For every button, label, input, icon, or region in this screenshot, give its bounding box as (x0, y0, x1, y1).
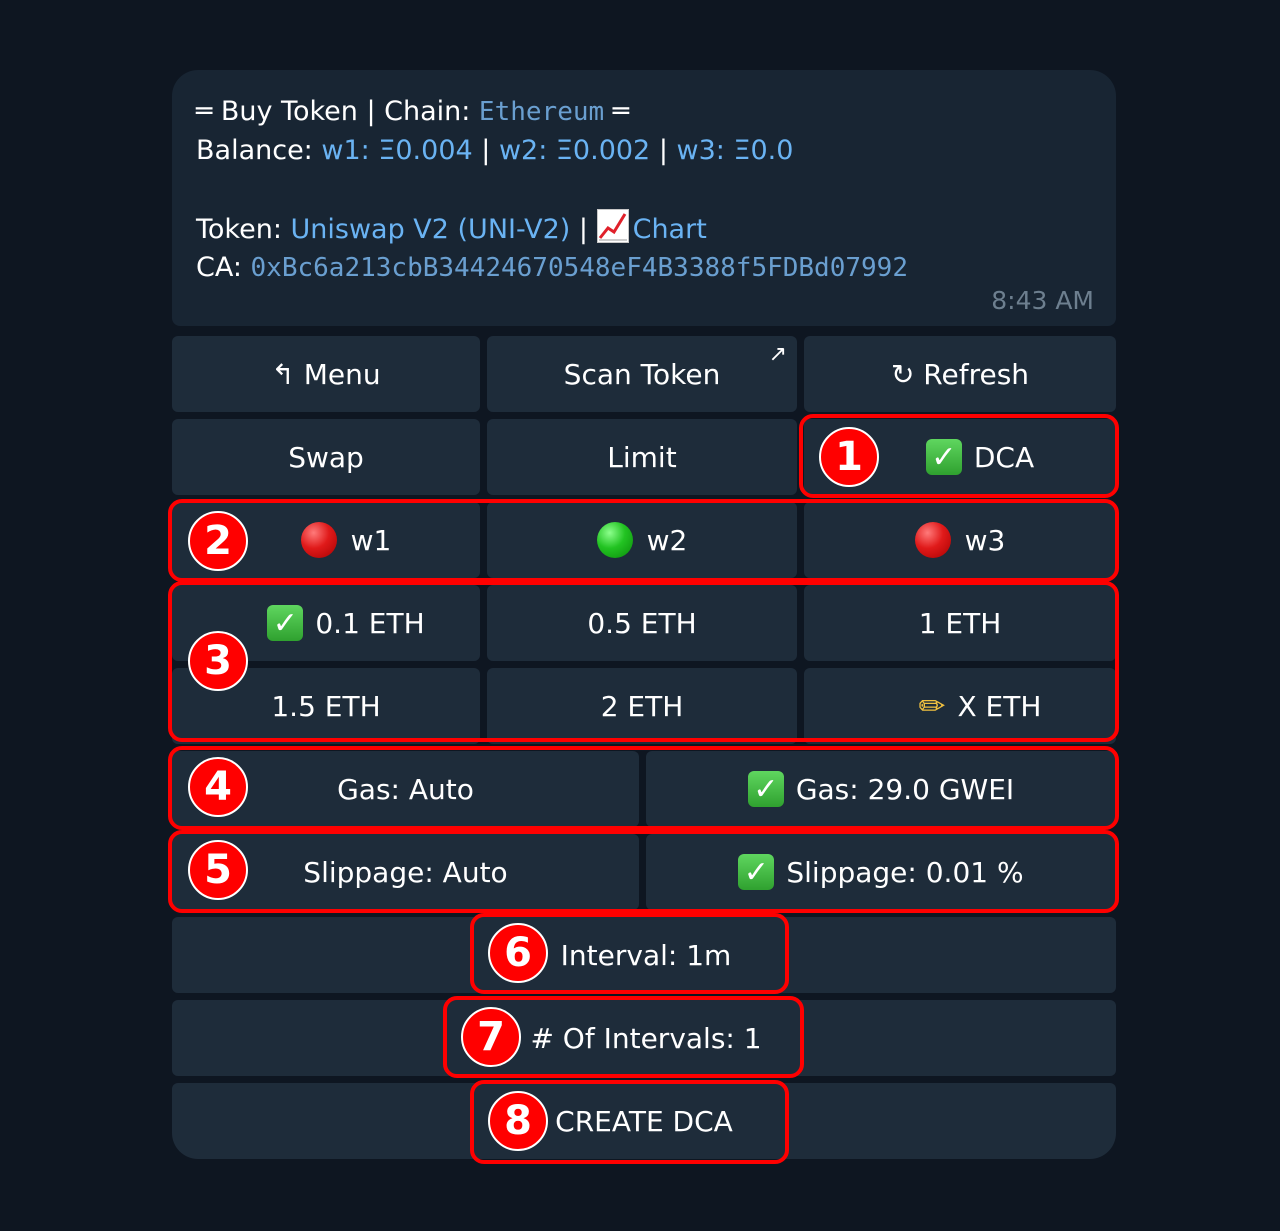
message-title: ═ Buy Token | Chain: Ethereum ═ (196, 96, 629, 127)
chain-link[interactable]: Ethereum (479, 97, 604, 127)
scan-token-button[interactable]: Scan Token ↗ (487, 336, 797, 412)
amount-custom-button[interactable]: ✏ X ETH (804, 668, 1116, 744)
num-intervals-button[interactable]: # Of Intervals: 1 (172, 1000, 1116, 1076)
swap-button[interactable]: Swap (172, 419, 480, 495)
badge-1: 1 (819, 427, 879, 487)
check-icon: ✓ (267, 605, 304, 641)
check-icon: ✓ (738, 854, 775, 890)
amount-2-button[interactable]: 2 ETH (487, 668, 797, 744)
wallet-w3-button[interactable]: w3 (804, 502, 1116, 578)
slippage-custom-button[interactable]: ✓ Slippage: 0.01 % (646, 834, 1116, 910)
red-circle-icon (300, 522, 337, 558)
gas-custom-button[interactable]: ✓ Gas: 29.0 GWEI (646, 751, 1116, 827)
chart-link[interactable]: Chart (633, 214, 707, 245)
chart-icon (596, 209, 629, 243)
green-circle-icon (596, 522, 633, 558)
contract-address[interactable]: 0xBc6a213cbB34424670548eF4B3388f5FDBd079… (251, 253, 908, 283)
badge-7: 7 (461, 1007, 521, 1067)
limit-button[interactable]: Limit (487, 419, 797, 495)
external-link-icon: ↗ (768, 342, 787, 367)
w1-balance-link[interactable]: w1: Ξ0.004 (321, 135, 472, 166)
red-circle-icon (914, 522, 951, 558)
wallet-w2-button[interactable]: w2 (487, 502, 797, 578)
check-icon: ✓ (925, 439, 962, 475)
token-line: Token: Uniswap V2 (UNI-V2) | Chart (196, 209, 1092, 248)
message-time: 8:43 AM (991, 286, 1094, 315)
check-icon: ✓ (747, 771, 784, 807)
refresh-button[interactable]: ↻ Refresh (804, 336, 1116, 412)
w3-balance-link[interactable]: w3: Ξ0.0 (677, 135, 794, 166)
badge-2: 2 (188, 511, 248, 571)
create-dca-button[interactable]: CREATE DCA (172, 1083, 1116, 1159)
ca-line: CA: 0xBc6a213cbB34424670548eF4B3388f5FDB… (196, 252, 908, 283)
pencil-icon: ✏ (918, 687, 946, 725)
badge-4: 4 (188, 757, 248, 817)
amount-0.5-button[interactable]: 0.5 ETH (487, 585, 797, 661)
menu-button[interactable]: ↰ Menu (172, 336, 480, 412)
token-link[interactable]: Uniswap V2 (UNI-V2) (291, 214, 571, 245)
badge-3: 3 (188, 631, 248, 691)
interval-button[interactable]: Interval: 1m (172, 917, 1116, 993)
badge-5: 5 (188, 840, 248, 900)
badge-8: 8 (488, 1091, 548, 1151)
amount-1-button[interactable]: 1 ETH (804, 585, 1116, 661)
balance-line: Balance: w1: Ξ0.004 | w2: Ξ0.002 | w3: Ξ… (196, 135, 794, 166)
w2-balance-link[interactable]: w2: Ξ0.002 (499, 135, 650, 166)
badge-6: 6 (488, 923, 548, 983)
bot-message: ═ Buy Token | Chain: Ethereum ═ Balance:… (172, 70, 1116, 326)
